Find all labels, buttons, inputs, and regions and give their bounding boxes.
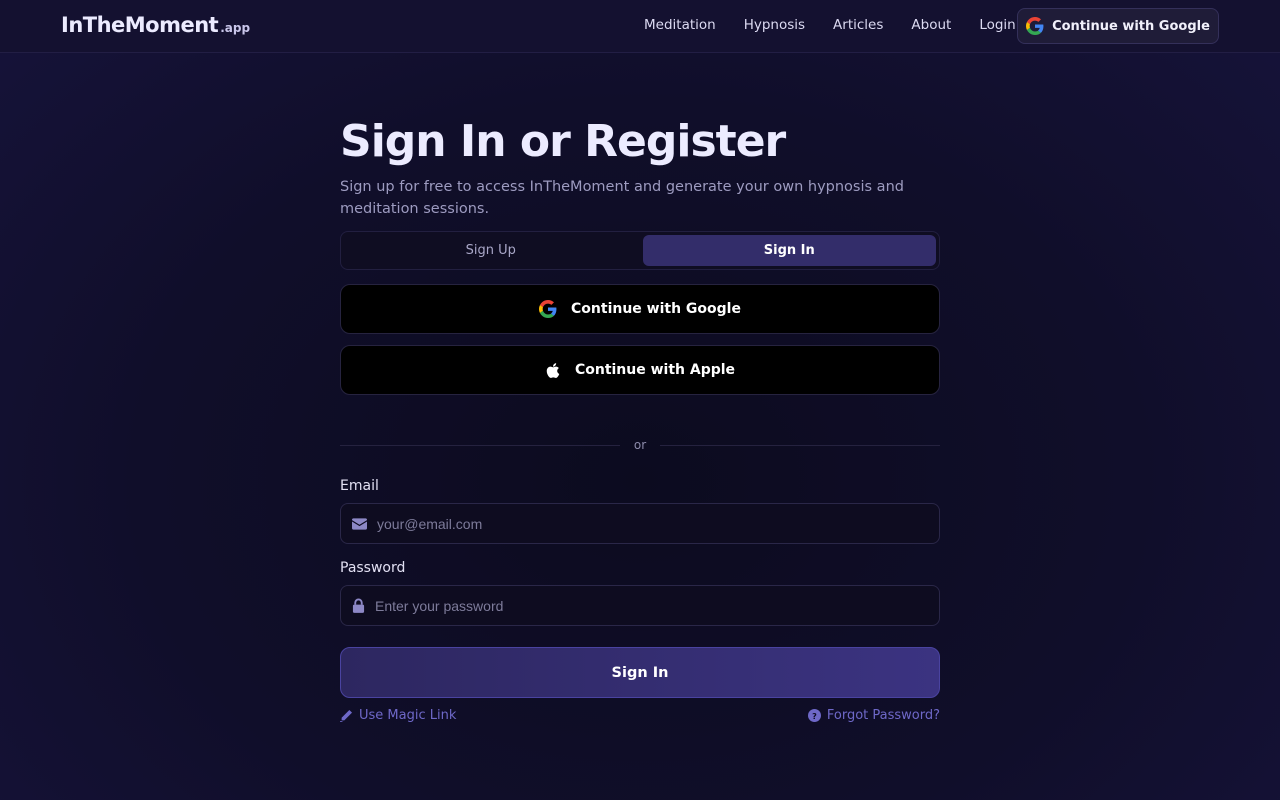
- logo-main-text: InTheMoment: [61, 13, 219, 37]
- auth-panel: Sign In or Register Sign up for free to …: [340, 113, 940, 723]
- apple-signin-label: Continue with Apple: [574, 362, 736, 378]
- nav-link-articles[interactable]: Articles: [833, 17, 883, 33]
- password-field-wrapper[interactable]: [340, 585, 940, 626]
- google-signin-button[interactable]: Continue with Google: [340, 284, 940, 334]
- tab-sign-in[interactable]: Sign In: [642, 235, 936, 266]
- password-input[interactable]: [375, 597, 915, 614]
- nav-link-hypnosis[interactable]: Hypnosis: [744, 17, 805, 33]
- divider-line-right: [660, 445, 940, 446]
- site-logo[interactable]: InTheMoment .app: [61, 13, 250, 37]
- google-icon: [539, 300, 557, 318]
- apple-signin-button[interactable]: Continue with Apple: [340, 345, 940, 395]
- sign-in-submit-label: Sign In: [611, 664, 669, 681]
- or-divider: or: [340, 434, 940, 456]
- magic-link[interactable]: Use Magic Link: [340, 708, 456, 723]
- nav-link-login[interactable]: Login: [979, 17, 1015, 33]
- divider-line-left: [340, 445, 620, 446]
- auth-tabs: Sign Up Sign In: [340, 231, 940, 270]
- forgot-password-label: Forgot Password?: [826, 708, 940, 723]
- logo-tld-text: .app: [220, 21, 251, 35]
- header-google-label: Continue with Google: [1052, 18, 1210, 34]
- main-nav: Meditation Hypnosis Articles About Login: [644, 17, 1016, 33]
- nav-link-about[interactable]: About: [911, 17, 951, 33]
- page-title: Sign In or Register: [340, 116, 786, 167]
- password-label: Password: [340, 560, 406, 576]
- header-google-button[interactable]: Continue with Google: [1017, 8, 1219, 44]
- email-field-wrapper[interactable]: [340, 503, 940, 544]
- google-icon: [1026, 17, 1044, 35]
- lock-icon: [352, 598, 365, 613]
- pencil-icon: [340, 709, 353, 722]
- email-input[interactable]: [377, 515, 917, 532]
- google-signin-label: Continue with Google: [571, 301, 741, 317]
- top-navbar: InTheMoment .app Meditation Hypnosis Arti…: [0, 0, 1280, 53]
- divider-text: or: [633, 438, 647, 452]
- auth-links: Use Magic Link ? Forgot Password?: [340, 708, 940, 723]
- sign-in-submit-button[interactable]: Sign In: [340, 647, 940, 698]
- page-subtitle: Sign up for free to access InTheMoment a…: [340, 179, 904, 217]
- email-label: Email: [340, 478, 379, 494]
- apple-icon: [546, 362, 560, 378]
- forgot-password-link[interactable]: ? Forgot Password?: [807, 708, 940, 723]
- tab-sign-up[interactable]: Sign Up: [344, 235, 638, 266]
- nav-link-meditation[interactable]: Meditation: [644, 17, 716, 33]
- question-circle-icon: ?: [807, 709, 821, 722]
- magic-link-label: Use Magic Link: [359, 708, 457, 723]
- envelope-icon: [352, 517, 367, 530]
- svg-text:?: ?: [812, 711, 817, 721]
